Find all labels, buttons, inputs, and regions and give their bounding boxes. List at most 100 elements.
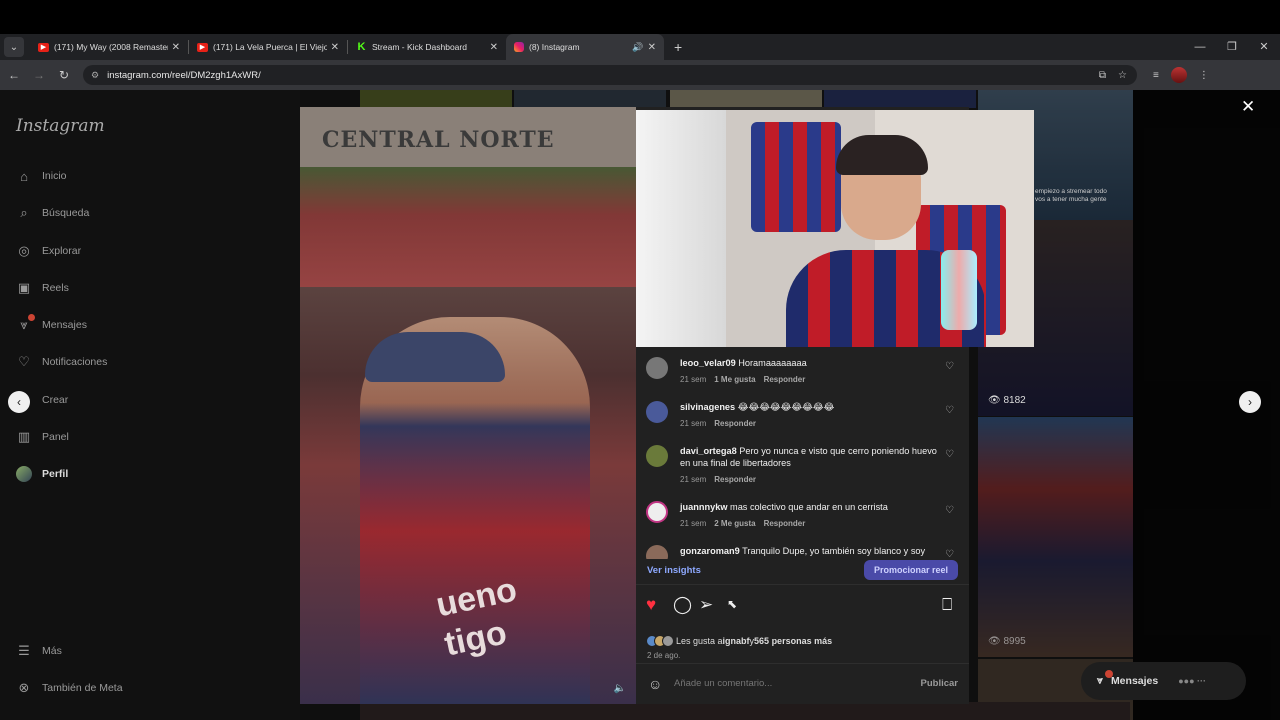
- profile-avatar[interactable]: [1170, 67, 1187, 83]
- emoji-icon[interactable]: ☺: [648, 676, 662, 692]
- views-count: 👁 8995: [988, 636, 1026, 647]
- minimize-icon[interactable]: —: [1184, 34, 1216, 60]
- avatar[interactable]: [646, 501, 668, 523]
- media-icon[interactable]: ≡: [1153, 70, 1159, 81]
- comment-time: 21 sem: [680, 519, 707, 528]
- like-heart-icon[interactable]: ♥: [646, 595, 656, 615]
- tab-0[interactable]: ▶ (171) My Way (2008 Remastered) ✕: [30, 34, 188, 60]
- messenger-icon: ⩔: [1097, 674, 1103, 687]
- home-icon: ⌂: [20, 168, 28, 184]
- comment-user[interactable]: silvinagenes: [680, 402, 735, 412]
- ver-insights-link[interactable]: Ver insights: [647, 565, 701, 576]
- promote-reel-button[interactable]: Promocionar reel: [864, 560, 958, 580]
- heart-icon[interactable]: ♡: [945, 449, 954, 460]
- menu-icon[interactable]: ⋮: [1199, 70, 1209, 81]
- comment-icon[interactable]: ◯: [673, 595, 692, 615]
- sidebar-item-notificaciones[interactable]: ♡ Notificaciones: [16, 352, 107, 372]
- meta-icon: ⊗: [18, 680, 30, 695]
- sidebar-item-reels[interactable]: ▣ Reels: [16, 278, 69, 298]
- address-bar[interactable]: ⚙ instagram.com/reel/DM2zgh1AxWR/ ⧉ ☆: [83, 65, 1137, 85]
- jersey-sponsor: ueno tigo: [433, 569, 529, 664]
- sidebar-item-label: Reels: [42, 282, 69, 294]
- tab-3-active[interactable]: (8) Instagram 🔊 ✕: [506, 34, 664, 60]
- share-icon[interactable]: ➢: [699, 595, 713, 615]
- window-controls: — ❐ ✕: [1184, 34, 1280, 60]
- back-icon[interactable]: ←: [3, 68, 25, 82]
- comment-likes[interactable]: 2 Me gusta: [714, 519, 755, 528]
- comment-text: gonzaroman9 Tranquilo Dupe, yo también s…: [680, 545, 948, 557]
- likes-summary[interactable]: Les gusta a ignabf y 565 personas más: [646, 635, 832, 647]
- comment-meta: 21 sem 2 Me gusta Responder: [680, 519, 805, 528]
- comment-time: 21 sem: [680, 419, 707, 428]
- sidebar-item-meta[interactable]: ⊗ También de Meta: [16, 678, 123, 698]
- close-icon[interactable]: ✕: [331, 42, 339, 53]
- comment-body: mas colectivo que andar en un cerrista: [730, 502, 888, 512]
- reply-button[interactable]: Responder: [764, 375, 806, 384]
- close-icon[interactable]: ✕: [172, 42, 180, 53]
- likes-user[interactable]: ignabf: [723, 636, 750, 646]
- sidebar-item-mensajes[interactable]: ⩔ Mensajes: [16, 314, 87, 335]
- reel-video[interactable]: CENTRAL NORTE ueno tigo 🔈: [300, 107, 636, 704]
- avatar: [16, 466, 32, 482]
- publish-button[interactable]: Publicar: [921, 678, 959, 689]
- sidebar-item-perfil[interactable]: Perfil: [16, 464, 68, 484]
- comment-likes[interactable]: 1 Me gusta: [714, 375, 755, 384]
- heart-icon[interactable]: ♡: [945, 549, 954, 559]
- new-tab-button[interactable]: +: [674, 39, 682, 55]
- comment-input[interactable]: [674, 678, 904, 689]
- views-value: 8182: [1003, 395, 1026, 406]
- sidebar-item-panel[interactable]: ▥ Panel: [16, 427, 69, 447]
- reply-button[interactable]: Responder: [714, 475, 756, 484]
- close-modal-icon[interactable]: ✕: [1241, 97, 1255, 117]
- close-icon[interactable]: ✕: [648, 42, 656, 53]
- speaker-icon[interactable]: 🔊: [632, 42, 643, 53]
- sidebar-item-inicio[interactable]: ⌂ Inicio: [16, 166, 66, 186]
- avatar[interactable]: [646, 357, 668, 379]
- star-icon[interactable]: ☆: [1118, 70, 1127, 81]
- messages-pill[interactable]: ⩔ Mensajes ●●● ···: [1081, 662, 1246, 700]
- sidebar-item-label: También de Meta: [42, 682, 123, 694]
- heart-icon[interactable]: ♡: [945, 405, 954, 416]
- avatar[interactable]: [646, 401, 668, 423]
- window-close-icon[interactable]: ✕: [1248, 34, 1280, 60]
- install-icon[interactable]: ⧉: [1099, 70, 1106, 81]
- avatar[interactable]: [646, 445, 668, 467]
- next-arrow-icon[interactable]: ›: [1239, 391, 1261, 413]
- reload-icon[interactable]: ↻: [53, 68, 75, 82]
- sidebar-item-explorar[interactable]: ◎ Explorar: [16, 241, 81, 261]
- streamer-camera-overlay: [636, 110, 1034, 347]
- browser-toolbar: ← → ↻ ⚙ instagram.com/reel/DM2zgh1AxWR/ …: [0, 60, 1280, 90]
- instagram-icon: [514, 42, 524, 52]
- omnibox-actions: ⧉ ☆: [1099, 70, 1137, 81]
- page: Instagram ⌂ Inicio ⌕ Búsqueda ◎ Explorar…: [0, 90, 1280, 720]
- streamer-hair: [836, 135, 928, 175]
- kick-icon: K: [357, 41, 366, 53]
- volume-icon[interactable]: 🔈: [614, 683, 626, 694]
- restore-icon[interactable]: ❐: [1216, 34, 1248, 60]
- sidebar-item-busqueda[interactable]: ⌕ Búsqueda: [16, 203, 89, 223]
- likes-count[interactable]: 565 personas más: [754, 636, 832, 646]
- comment-meta: 21 sem Responder: [680, 419, 756, 428]
- heart-icon[interactable]: ♡: [945, 361, 954, 372]
- comment-user[interactable]: leoo_velar09: [680, 358, 736, 368]
- sidebar-item-label: Crear: [42, 394, 69, 406]
- comment-user[interactable]: juannnykw: [680, 502, 727, 512]
- comment-user[interactable]: davi_ortega8: [680, 446, 737, 456]
- tab-2[interactable]: K Stream - Kick Dashboard ✕: [348, 34, 506, 60]
- close-icon[interactable]: ✕: [490, 42, 498, 53]
- comment-body: 😂😂😂😂😂😂😂😂😂: [737, 402, 835, 412]
- sidebar-item-mas[interactable]: ☰ Más: [16, 641, 62, 661]
- reply-button[interactable]: Responder: [714, 419, 756, 428]
- forward-icon[interactable]: →: [28, 68, 50, 82]
- bookmark-icon[interactable]: ⎕: [942, 595, 952, 615]
- instagram-logo[interactable]: Instagram: [16, 116, 105, 136]
- tab-search-button[interactable]: ⌄: [4, 37, 24, 57]
- comment-user[interactable]: gonzaroman9: [680, 546, 740, 556]
- heart-icon[interactable]: ♡: [945, 505, 954, 516]
- reply-button[interactable]: Responder: [764, 519, 806, 528]
- avatar[interactable]: [646, 545, 668, 559]
- comment-text: juannnykw mas colectivo que andar en un …: [680, 501, 948, 513]
- previous-arrow-icon[interactable]: ‹: [8, 391, 30, 413]
- tab-1[interactable]: ▶ (171) La Vela Puerca | El Viejo | Me ✕: [189, 34, 347, 60]
- site-info-icon[interactable]: ⚙: [91, 70, 99, 81]
